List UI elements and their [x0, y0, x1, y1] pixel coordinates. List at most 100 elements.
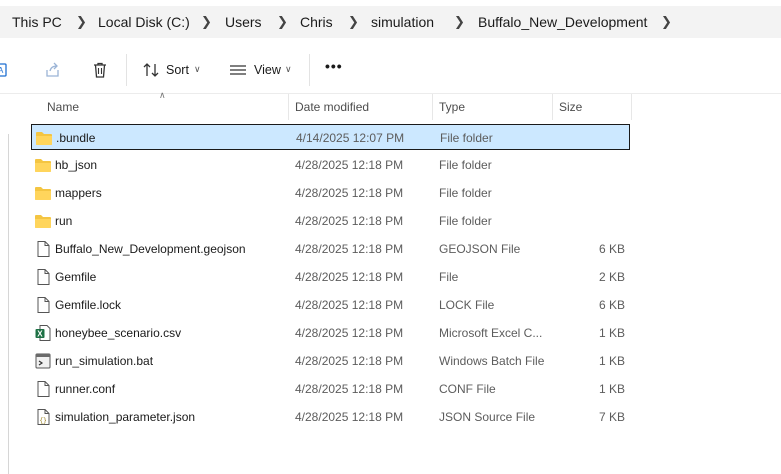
file-icon: [37, 269, 50, 285]
file-type: LOCK File: [439, 298, 495, 312]
file-row[interactable]: {} simulation_parameter.json 4/28/2025 12:…: [31, 404, 630, 430]
file-date-modified: 4/28/2025 12:18 PM: [295, 326, 404, 340]
breadcrumb-local-disk[interactable]: Local Disk (C:): [98, 14, 190, 30]
file-date-modified: 4/28/2025 12:18 PM: [295, 354, 404, 368]
file-icon: [37, 297, 50, 313]
delete-icon[interactable]: [91, 61, 109, 79]
file-row[interactable]: runner.conf 4/28/2025 12:18 PM CONF File 1 …: [31, 376, 630, 402]
file-name: Buffalo_New_Development.geojson: [55, 242, 246, 256]
chevron-right-icon[interactable]: ❯: [348, 14, 359, 30]
breadcrumb-chris[interactable]: Chris: [300, 14, 333, 30]
breadcrumb-users[interactable]: Users: [225, 14, 262, 30]
file-size: 1 KB: [598, 326, 625, 340]
breadcrumb: This PC ❯ Local Disk (C:) ❯ Users ❯ Chri…: [0, 6, 781, 38]
file-size: 6 KB: [598, 242, 625, 256]
svg-text:A: A: [0, 66, 4, 75]
file-row[interactable]: run_simulation.bat 4/28/2025 12:18 PM Wind…: [31, 348, 630, 374]
file-date-modified: 4/28/2025 12:18 PM: [295, 410, 404, 424]
file-name: run_simulation.bat: [55, 354, 154, 368]
column-divider[interactable]: [288, 94, 289, 120]
chevron-right-icon[interactable]: ❯: [277, 14, 288, 30]
file-date-modified: 4/28/2025 12:18 PM: [295, 270, 404, 284]
file-icon: [37, 241, 50, 257]
file-row[interactable]: Gemfile.lock 4/28/2025 12:18 PM LOCK File 6…: [31, 292, 630, 318]
file-type: GEOJSON File: [439, 242, 521, 256]
file-name: .bundle: [56, 131, 96, 145]
rename-icon[interactable]: A: [0, 61, 12, 79]
sort-icon[interactable]: [142, 61, 160, 79]
file-name: simulation_parameter.json: [55, 410, 196, 424]
file-name: Gemfile: [55, 270, 97, 284]
json-file-icon: {}: [37, 409, 50, 425]
file-type: File folder: [439, 158, 492, 172]
chevron-right-icon[interactable]: ❯: [661, 14, 672, 30]
file-type: File folder: [440, 131, 493, 145]
file-type: File folder: [439, 186, 492, 200]
chevron-down-icon[interactable]: ∨: [194, 64, 201, 75]
file-row[interactable]: hb_json 4/28/2025 12:18 PM File folder: [31, 152, 630, 178]
file-date-modified: 4/28/2025 12:18 PM: [295, 382, 404, 396]
chevron-right-icon[interactable]: ❯: [454, 14, 465, 30]
file-row[interactable]: Buffalo_New_Development.geojson 4/28/2025…: [31, 236, 630, 262]
file-type: JSON Source File: [439, 410, 536, 424]
file-name: honeybee_scenario.csv: [55, 326, 182, 340]
sort-button[interactable]: Sort: [166, 63, 189, 77]
column-divider[interactable]: [631, 94, 632, 120]
column-header-date-modified[interactable]: Date modified: [295, 94, 369, 120]
file-size: 1 KB: [598, 354, 625, 368]
toolbar-divider: [309, 54, 310, 86]
file-row[interactable]: Xhoneybee_scenario.csv 4/28/2025 12:18 PM…: [31, 320, 630, 346]
batch-file-icon: [35, 353, 51, 369]
file-date-modified: 4/28/2025 12:18 PM: [295, 158, 404, 172]
toolbar-divider: [126, 54, 127, 86]
chevron-right-icon[interactable]: ❯: [76, 14, 87, 30]
file-type: File: [439, 270, 459, 284]
breadcrumb-buffalo-new-development[interactable]: Buffalo_New_Development: [478, 14, 647, 30]
svg-text:{}: {}: [40, 417, 47, 424]
file-date-modified: 4/28/2025 12:18 PM: [295, 214, 404, 228]
file-date-modified: 4/28/2025 12:18 PM: [295, 186, 404, 200]
file-row[interactable]: run 4/28/2025 12:18 PM File folder: [31, 208, 630, 234]
file-row[interactable]: .bundle 4/14/2025 12:07 PM File folder: [31, 124, 630, 150]
file-icon: [37, 381, 50, 397]
file-type: CONF File: [439, 382, 496, 396]
file-type: Windows Batch File: [439, 354, 545, 368]
view-icon[interactable]: [229, 61, 247, 79]
more-options-button[interactable]: •••: [325, 58, 343, 74]
folder-icon: [35, 187, 51, 200]
file-date-modified: 4/28/2025 12:18 PM: [295, 242, 404, 256]
file-name: mappers: [55, 186, 102, 200]
breadcrumb-this-pc[interactable]: This PC: [12, 14, 62, 30]
column-divider[interactable]: [432, 94, 433, 120]
view-button[interactable]: View: [254, 63, 281, 77]
file-list: ∧ Name Date modified Type Size .bundle 4/…: [0, 90, 781, 474]
file-type: Microsoft Excel C...: [439, 326, 543, 340]
sort-ascending-icon: ∧: [159, 90, 166, 100]
file-size: 2 KB: [598, 270, 625, 284]
column-divider[interactable]: [552, 94, 553, 120]
file-type: File folder: [439, 214, 492, 228]
file-name: Gemfile.lock: [55, 298, 122, 312]
folder-icon: [35, 159, 51, 172]
address-bar[interactable]: This PC ❯ Local Disk (C:) ❯ Users ❯ Chri…: [0, 0, 781, 44]
file-row[interactable]: mappers 4/28/2025 12:18 PM File folder: [31, 180, 630, 206]
navigation-pane-edge: [8, 134, 9, 474]
column-header-type[interactable]: Type: [439, 94, 465, 120]
file-date-modified: 4/14/2025 12:07 PM: [296, 131, 405, 145]
file-size: 7 KB: [598, 410, 625, 424]
share-icon[interactable]: [44, 61, 62, 79]
command-bar: A Sort ∨ View ∨ •••: [0, 44, 781, 94]
folder-icon: [35, 215, 51, 228]
file-size: 6 KB: [598, 298, 625, 312]
file-row[interactable]: Gemfile 4/28/2025 12:18 PM File 2 KB: [31, 264, 630, 290]
column-header-size[interactable]: Size: [559, 94, 582, 120]
svg-text:X: X: [37, 330, 43, 339]
file-name: runner.conf: [55, 382, 116, 396]
chevron-right-icon[interactable]: ❯: [201, 14, 212, 30]
chevron-down-icon[interactable]: ∨: [285, 64, 292, 75]
breadcrumb-simulation[interactable]: simulation: [371, 14, 434, 30]
file-name: hb_json: [55, 158, 98, 172]
file-size: 1 KB: [598, 382, 625, 396]
column-header-name[interactable]: Name: [47, 94, 79, 120]
file-date-modified: 4/28/2025 12:18 PM: [295, 298, 404, 312]
